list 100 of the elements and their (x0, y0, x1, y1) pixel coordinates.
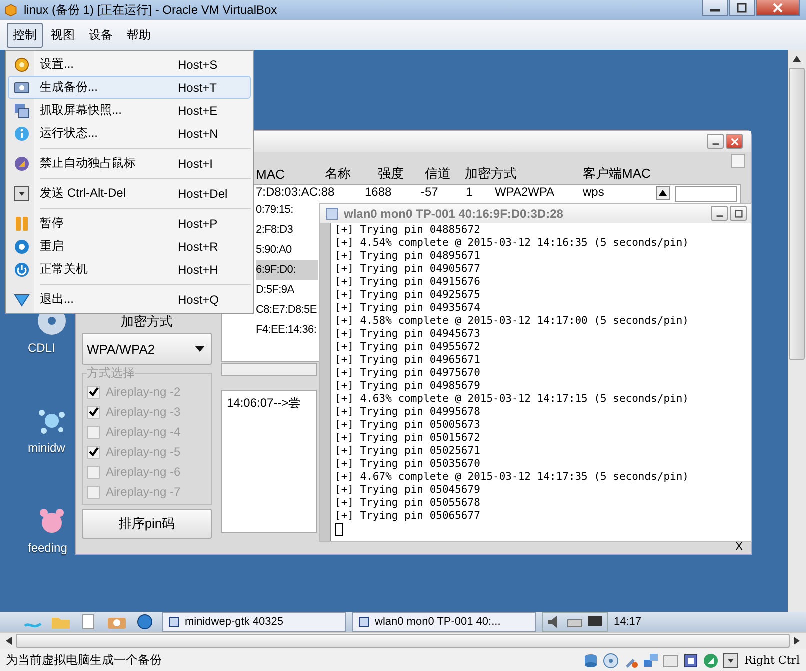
menu-title[interactable]: 帮助 (121, 22, 157, 48)
terminal-line: [+] 4.67% complete @ 2015-03-12 14:17:35 (5 seconds/pin) (335, 471, 690, 484)
terminal-line: [+] Trying pin 05035670 (335, 458, 482, 471)
up-arrow-icon (659, 190, 667, 196)
menu-item[interactable]: 生成备份... Host+T (8, 76, 251, 99)
menu-item[interactable]: 设置... Host+S (8, 53, 251, 76)
table-cell-text: 1688 (365, 185, 393, 200)
desktop-icon-label[interactable]: feeding (28, 541, 68, 555)
menu-item[interactable]: 发送 Ctrl-Alt-Del Host+Del (8, 182, 251, 205)
checkbox-label: Aireplay-ng -3 (106, 405, 181, 419)
column-header: MAC (256, 166, 286, 182)
close-button[interactable]: X (736, 541, 743, 554)
table-row[interactable]: 0:79:15: (256, 200, 318, 220)
table-cell-text: wps (583, 185, 606, 200)
hard-disk-icon[interactable] (582, 652, 599, 668)
column-header: 加密方式 (465, 165, 518, 183)
close-icon (730, 138, 738, 146)
text-cursor (335, 523, 343, 536)
monitor-icon[interactable] (587, 615, 603, 629)
down-triangle-icon (14, 292, 30, 308)
menu-item[interactable]: 暂停 Host+P (8, 212, 251, 235)
terminal-line: [+] Trying pin 05045679 (335, 484, 482, 497)
terminal-line: [+] Trying pin 04985679 (335, 380, 482, 393)
table-row[interactable]: 5:90:A0 (256, 240, 318, 260)
chip-icon[interactable] (682, 652, 699, 668)
network-icon[interactable] (642, 652, 659, 668)
table-row[interactable]: 2:F8:D3 (256, 220, 318, 240)
terminal-line: [+] Trying pin 04965671 (335, 354, 482, 367)
encryption-dropdown[interactable]: WPA/WPA2 (82, 333, 212, 365)
menu-item[interactable]: 抓取屏幕快照... Host+E (8, 99, 251, 122)
taskbar-button[interactable]: minidwep-gtk 40325 (162, 612, 346, 632)
table-cell-text: 1 (466, 185, 474, 200)
desktop-icon-label[interactable]: minidw (28, 441, 66, 455)
table-cell-text: 7:D8:03:AC:88 (256, 185, 336, 200)
terminal-line: [+] Trying pin 04895671 (335, 250, 482, 263)
terminal-line: [+] Trying pin 05025671 (335, 445, 482, 458)
menu-item[interactable]: 退出... Host+Q (8, 288, 251, 311)
horizontal-scrollbar[interactable] (221, 363, 317, 376)
pause-icon (14, 216, 30, 232)
log-text: 14:06:07-->尝 (227, 396, 301, 410)
group-title: 方式选择 (87, 365, 135, 382)
window-icon (326, 208, 338, 220)
horizontal-scrollbar[interactable] (0, 632, 806, 649)
up-arrow-icon[interactable] (793, 56, 801, 62)
table-cell-text: WPA2WPA (495, 185, 556, 200)
maximize-icon (734, 210, 742, 218)
encryption-label: 加密方式 (120, 313, 174, 331)
menu-item[interactable]: 重启 Host+R (8, 235, 251, 258)
close-button[interactable] (726, 134, 743, 149)
table-row[interactable]: C8:E7:D8:5E (256, 300, 318, 320)
terminal-line: [+] Trying pin 05065677 (335, 510, 482, 523)
column-header: 客户端MAC (583, 165, 652, 183)
vertical-scrollbar[interactable] (788, 50, 806, 612)
terminal-line: [+] Trying pin 04975670 (335, 367, 482, 380)
cube-icon (4, 3, 18, 17)
terminal-line: [+] Trying pin 04995678 (335, 406, 482, 419)
checkbox-label: Aireplay-ng -2 (106, 385, 181, 399)
menu-title[interactable]: 视图 (45, 22, 81, 48)
info-icon (14, 126, 30, 142)
desktop-icon-label[interactable]: CDLI (28, 341, 56, 355)
menu-title[interactable]: 设备 (83, 22, 119, 48)
menu-title[interactable]: 控制 (7, 22, 43, 48)
keyboard-key-icon[interactable] (722, 652, 739, 668)
minimize-button[interactable] (711, 206, 728, 221)
terminal-line: [+] Trying pin 04955672 (335, 341, 482, 354)
input-field[interactable] (675, 186, 737, 202)
table-row[interactable]: F4:EE:14:36: (256, 320, 318, 340)
close-icon (773, 2, 783, 12)
terminal-line: [+] Trying pin 04905677 (335, 263, 482, 276)
table-row[interactable]: D:5F:9A (256, 280, 318, 300)
terminal-line: [+] Trying pin 04885672 (335, 224, 482, 237)
left-arrow-icon[interactable] (6, 637, 12, 645)
taskbar-button[interactable]: wlan0 mon0 TP-001 40:... (352, 612, 536, 632)
keyboard-key-icon (14, 186, 30, 202)
minimize-icon (710, 9, 720, 12)
maximize-button[interactable] (729, 0, 755, 16)
close-button[interactable] (756, 0, 800, 16)
right-arrow-icon[interactable] (794, 637, 800, 645)
minimize-button[interactable] (702, 0, 728, 16)
scroll-up-button[interactable] (656, 186, 670, 200)
column-header: 信道 (425, 165, 452, 183)
terminal-line: [+] 4.54% complete @ 2015-03-12 14:16:35 (5 seconds/pin) (335, 237, 690, 250)
status-message: 为当前虚拟电脑生成一个备份 (6, 652, 162, 669)
window-title: linux (备份 1) [正在运行] - Oracle VM VirtualBox (24, 2, 278, 18)
checkbox-label: Aireplay-ng -6 (106, 465, 181, 479)
menu-item[interactable]: 正常关机 Host+H (8, 258, 251, 281)
minimize-button[interactable] (707, 134, 724, 149)
vertical-scrollbar[interactable] (320, 223, 331, 541)
terminal-line: [+] 4.63% complete @ 2015-03-12 14:17:15 (5 seconds/pin) (335, 393, 690, 406)
table-row[interactable]: 6:9F:D0: (256, 260, 318, 280)
maximize-button[interactable] (730, 206, 747, 221)
table-cell-text: -57 (421, 185, 440, 200)
camera-icon (14, 80, 30, 96)
menu-item[interactable]: 禁止自动独占鼠标 Host+I (8, 152, 251, 175)
disc-icon[interactable] (602, 652, 619, 668)
terminal-line: [+] Trying pin 05015672 (335, 432, 482, 445)
sort-pin-button[interactable]: 排序pin码 (82, 509, 212, 539)
menu-item[interactable]: 运行状态... Host+N (8, 122, 251, 145)
power-icon (14, 262, 30, 278)
host-key-label: Right Ctrl (744, 654, 800, 667)
